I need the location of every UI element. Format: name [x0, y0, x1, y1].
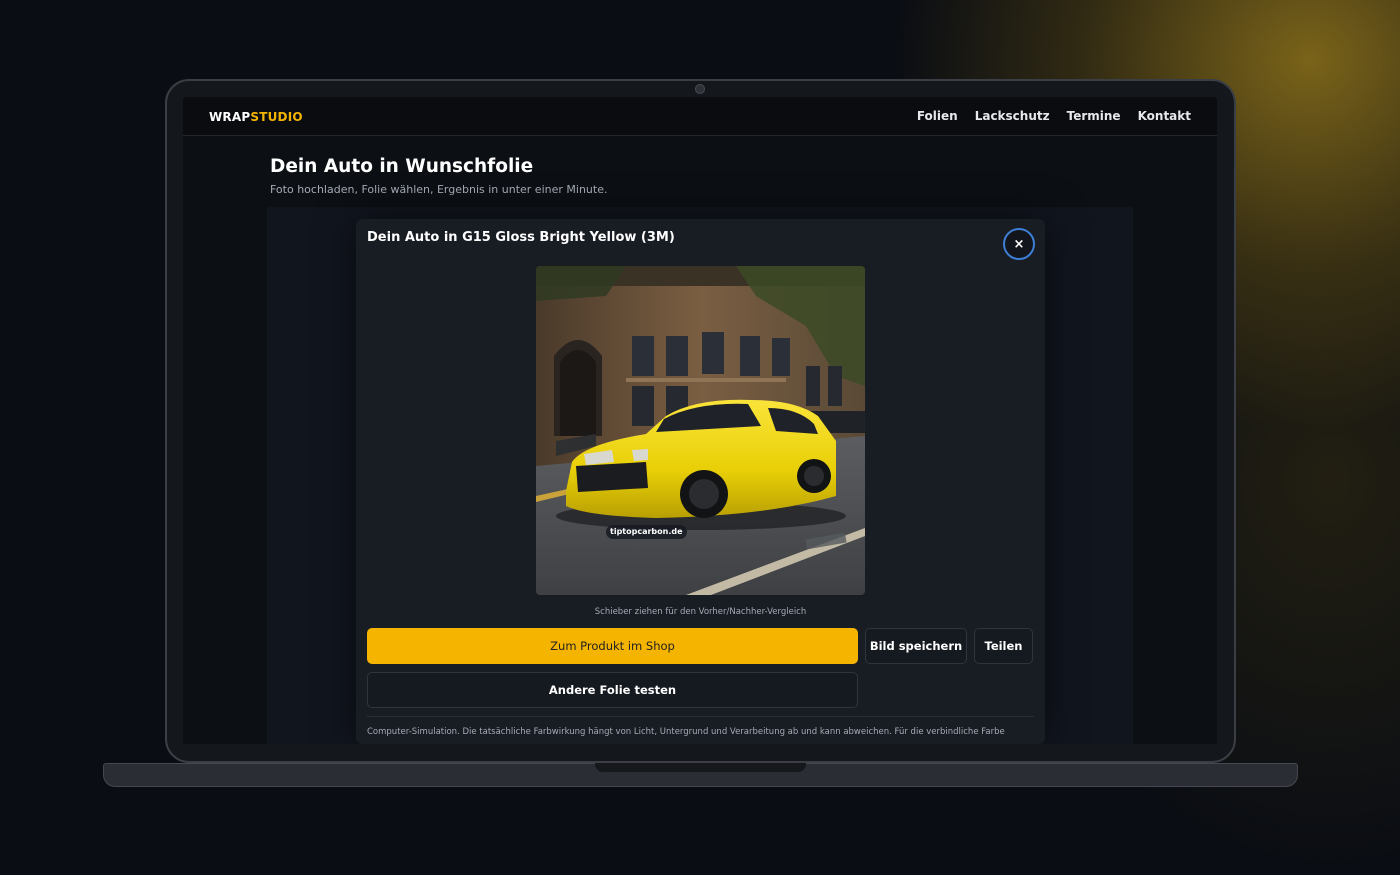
nav-link-kontakt[interactable]: Kontakt	[1138, 109, 1191, 124]
navbar: WRAPSTUDIO Folien Lackschutz Termine Kon…	[183, 97, 1217, 136]
laptop-notch	[595, 763, 806, 772]
image-watermark: tiptopcarbon.de	[606, 525, 687, 539]
brand-logo-part1: WRAP	[209, 110, 251, 124]
page-title: Dein Auto in Wunschfolie	[270, 156, 534, 177]
modal-title: Dein Auto in G15 Gloss Bright Yellow (3M…	[367, 230, 675, 245]
save-image-button[interactable]: Bild speichern	[865, 628, 967, 664]
car-preview-image[interactable]	[536, 266, 865, 595]
page-subtitle: Foto hochladen, Folie wählen, Ergebnis i…	[270, 183, 608, 196]
close-button[interactable]: ×	[1003, 228, 1035, 260]
nav-links: Folien Lackschutz Termine Kontakt	[917, 109, 1191, 124]
laptop-camera	[695, 84, 705, 94]
nav-link-folien[interactable]: Folien	[917, 109, 958, 124]
nav-link-termine[interactable]: Termine	[1067, 109, 1121, 124]
share-button[interactable]: Teilen	[974, 628, 1033, 664]
car-photo-illustration	[536, 266, 865, 595]
shop-product-button[interactable]: Zum Produkt im Shop	[367, 628, 858, 664]
result-modal: Dein Auto in G15 Gloss Bright Yellow (3M…	[356, 219, 1045, 744]
simulation-disclaimer: Computer-Simulation. Die tatsächliche Fa…	[367, 727, 1005, 737]
brand-logo-part2: STUDIO	[250, 110, 303, 124]
modal-divider	[367, 716, 1034, 717]
try-other-wrap-button[interactable]: Andere Folie testen	[367, 672, 858, 708]
compare-slider-caption: Schieber ziehen für den Vorher/Nachher-V…	[594, 607, 807, 617]
laptop-screen: WRAPSTUDIO Folien Lackschutz Termine Kon…	[183, 97, 1217, 744]
close-icon: ×	[1013, 236, 1025, 252]
brand-logo[interactable]: WRAPSTUDIO	[209, 110, 303, 124]
nav-link-lackschutz[interactable]: Lackschutz	[975, 109, 1050, 124]
